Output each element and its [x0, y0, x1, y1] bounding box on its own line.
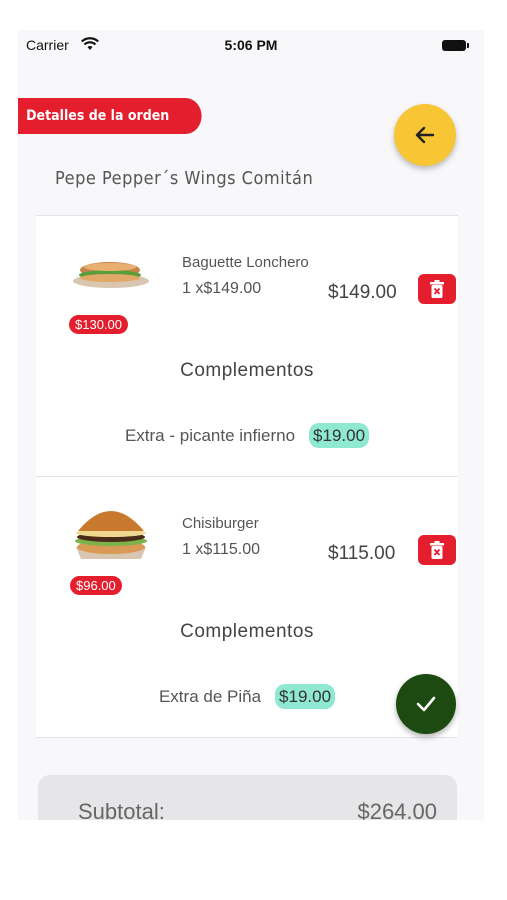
back-button[interactable] — [394, 104, 456, 166]
base-price-badge: $130.00 — [69, 315, 128, 334]
complements-title: Complementos — [180, 621, 314, 642]
subtotal-label: Subtotal: — [78, 799, 165, 820]
item-total: $149.00 — [328, 282, 397, 303]
order-items-list: $130.00 Baguette Lonchero 1 x$149.00 $14… — [36, 215, 458, 738]
item-quantity: 1 x$149.00 — [182, 280, 262, 297]
burger-image — [75, 511, 147, 559]
delete-item-button[interactable] — [418, 535, 456, 565]
order-item: $130.00 Baguette Lonchero 1 x$149.00 $14… — [36, 215, 458, 476]
checkmark-icon — [416, 696, 436, 712]
base-price-badge: $96.00 — [70, 576, 122, 595]
battery-icon — [442, 40, 469, 51]
subtotal-value: $264.00 — [357, 799, 437, 820]
baguette-sandwich-image — [73, 262, 149, 288]
item-name: Baguette Lonchero — [182, 254, 309, 271]
confirm-order-button[interactable] — [396, 674, 456, 734]
restaurant-name: Pepe Pepper´s Wings Comitán — [55, 168, 314, 189]
status-bar: Carrier 5:06 PM — [18, 30, 484, 60]
complement-name: Extra - picante infierno — [124, 426, 296, 445]
delete-item-button[interactable] — [418, 274, 456, 304]
item-quantity: 1 x$115.00 — [182, 541, 260, 558]
app-screen: Carrier 5:06 PM Detalles de la orden Pep… — [18, 30, 484, 820]
complement-row: Extra - picante infierno $19.00 — [36, 423, 458, 448]
complements-title: Complementos — [180, 360, 314, 381]
item-total: $115.00 — [328, 543, 396, 564]
item-name: Chisiburger — [182, 515, 259, 532]
complement-price: $19.00 — [309, 423, 370, 448]
page-title-ribbon: Detalles de la orden — [18, 98, 202, 134]
complement-name: Extra de Piña — [158, 687, 262, 706]
complement-price: $19.00 — [275, 684, 336, 709]
complement-row: Extra de Piña $19.00 — [36, 684, 458, 709]
trash-icon — [430, 280, 444, 298]
trash-icon — [430, 541, 444, 559]
order-item: $96.00 Chisiburger 1 x$115.00 $115.00 Co… — [36, 476, 458, 738]
clock-time: 5:06 PM — [224, 37, 278, 53]
arrow-left-icon — [415, 126, 435, 144]
order-summary: Subtotal: $264.00 — [38, 775, 457, 820]
